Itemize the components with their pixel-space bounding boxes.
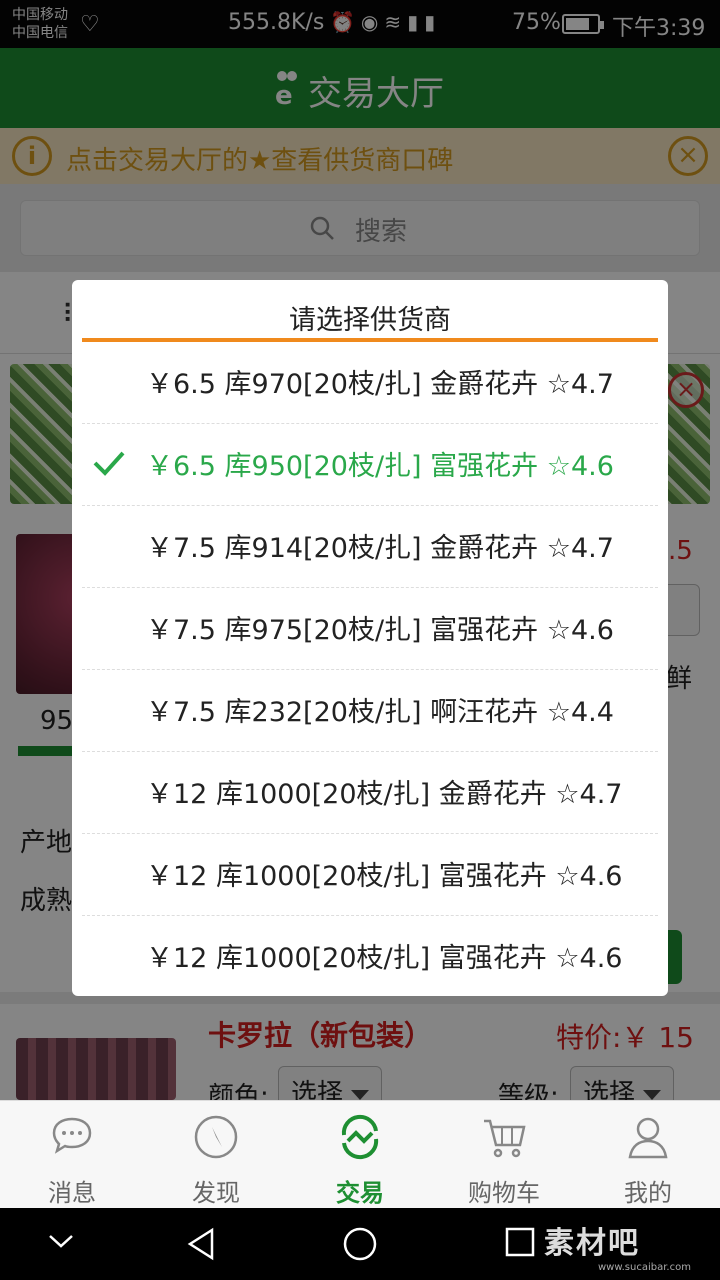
supplier-option[interactable]: ￥12 库1000[20枝/扎] 富强花卉 ☆4.6 xyxy=(82,834,658,916)
bottom-tab-bar: 消息 发现 交易 购物车 我的 xyxy=(0,1100,720,1208)
supplier-option-text: ￥6.5 库970[20枝/扎] 金爵花卉 ☆4.7 xyxy=(146,369,614,400)
tab-label: 发现 xyxy=(192,1179,240,1207)
supplier-option-text: ￥6.5 库950[20枝/扎] 富强花卉 ☆4.6 xyxy=(146,451,614,482)
tab-label: 我的 xyxy=(624,1179,672,1207)
supplier-options: ￥6.5 库970[20枝/扎] 金爵花卉 ☆4.7 ￥6.5 库950[20枝/… xyxy=(82,342,658,998)
tab-cart[interactable]: 购物车 xyxy=(432,1101,576,1209)
tab-label: 消息 xyxy=(48,1179,96,1207)
tab-profile[interactable]: 我的 xyxy=(576,1101,720,1209)
collapse-icon[interactable] xyxy=(46,1226,76,1256)
watermark-logo: 素材吧 www.sucaibar.com xyxy=(544,1218,691,1273)
supplier-dialog: 请选择供货商 ￥6.5 库970[20枝/扎] 金爵花卉 ☆4.7 ￥6.5 库9… xyxy=(72,280,668,996)
supplier-option[interactable]: ￥12 库1000[20枝/扎] 富强花卉 ☆4.6 xyxy=(82,916,658,998)
supplier-option-text: ￥12 库1000[20枝/扎] 富强花卉 ☆4.6 xyxy=(146,943,623,974)
tab-label: 交易 xyxy=(336,1179,384,1207)
supplier-option-text: ￥7.5 库975[20枝/扎] 富强花卉 ☆4.6 xyxy=(146,615,614,646)
supplier-option-text: ￥7.5 库232[20枝/扎] 啊汪花卉 ☆4.4 xyxy=(146,697,614,728)
watermark-text: 素材吧 xyxy=(544,1226,640,1261)
supplier-option[interactable]: ￥7.5 库975[20枝/扎] 富强花卉 ☆4.6 xyxy=(82,588,658,670)
supplier-option[interactable]: ￥6.5 库970[20枝/扎] 金爵花卉 ☆4.7 xyxy=(82,342,658,424)
tab-messages[interactable]: 消息 xyxy=(0,1101,144,1209)
supplier-option[interactable]: ￥7.5 库232[20枝/扎] 啊汪花卉 ☆4.4 xyxy=(82,670,658,752)
tab-discover[interactable]: 发现 xyxy=(144,1101,288,1209)
supplier-option[interactable]: ￥6.5 库950[20枝/扎] 富强花卉 ☆4.6 xyxy=(82,424,658,506)
back-icon[interactable] xyxy=(184,1226,218,1262)
dialog-title: 请选择供货商 xyxy=(289,305,451,336)
chat-icon xyxy=(52,1117,92,1154)
supplier-option-text: ￥12 库1000[20枝/扎] 富强花卉 ☆4.6 xyxy=(146,861,623,892)
system-nav-bar: 素材吧 www.sucaibar.com xyxy=(0,1208,720,1280)
supplier-option-text: ￥7.5 库914[20枝/扎] 金爵花卉 ☆4.7 xyxy=(146,533,614,564)
check-icon xyxy=(93,451,125,476)
supplier-option[interactable]: ￥12 库1000[20枝/扎] 金爵花卉 ☆4.7 xyxy=(82,752,658,834)
cart-icon xyxy=(484,1119,526,1158)
compass-icon xyxy=(194,1115,238,1159)
supplier-option-text: ￥12 库1000[20枝/扎] 金爵花卉 ☆4.7 xyxy=(146,779,623,810)
supplier-option[interactable]: ￥7.5 库914[20枝/扎] 金爵花卉 ☆4.7 xyxy=(82,506,658,588)
watermark-url: www.sucaibar.com xyxy=(598,1262,691,1273)
tab-trade[interactable]: 交易 xyxy=(288,1101,432,1209)
user-icon xyxy=(628,1117,668,1159)
home-icon[interactable] xyxy=(342,1226,378,1262)
trade-icon xyxy=(341,1114,379,1160)
recents-icon[interactable] xyxy=(504,1226,536,1258)
tab-label: 购物车 xyxy=(468,1179,540,1207)
